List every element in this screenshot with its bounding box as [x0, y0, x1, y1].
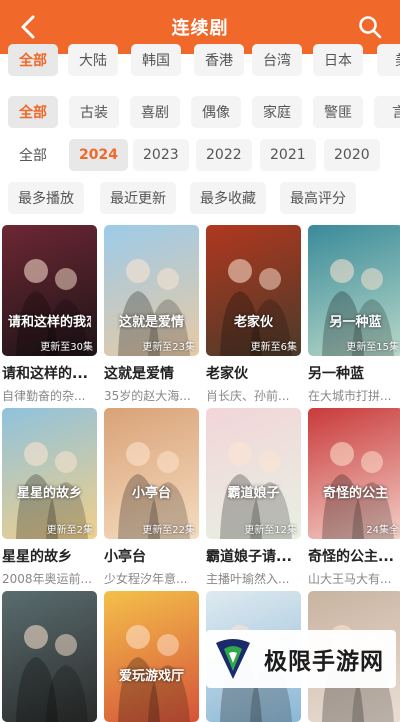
poster-title-art: 老家伙: [233, 315, 273, 330]
poster-artwork: [220, 442, 292, 539]
poster-artwork: [118, 259, 190, 356]
episode-badge: 更新至30集: [40, 342, 93, 353]
drama-poster[interactable]: 星星的故乡更新至2集: [2, 408, 97, 539]
drama-poster[interactable]: 老家伙更新至6集: [206, 225, 301, 356]
sort-top-rated[interactable]: 最高评分: [280, 182, 356, 214]
drama-poster[interactable]: 请和这样的我恋爱吧更新至30集: [2, 225, 97, 356]
drama-title[interactable]: 小亭台: [104, 546, 199, 566]
drama-description: 主播叶瑜然入...: [206, 572, 290, 586]
episode-badge: 更新至22集: [142, 525, 195, 536]
episode-badge: 更新至6集: [250, 342, 297, 353]
filter-year-all[interactable]: 全部: [8, 139, 58, 171]
drama-description: 2008年奥运前...: [2, 572, 92, 586]
filter-year-2020[interactable]: 2020: [324, 139, 380, 171]
drama-description: 自律勤奋的杂...: [2, 389, 86, 403]
drama-poster[interactable]: 霸道娘子更新至12集: [206, 408, 301, 539]
drama-card[interactable]: 小亭台 更新至22集 小亭台 少女程汐年意...: [104, 408, 199, 587]
watermark-text: 极限手游网: [264, 649, 384, 675]
poster-title-art: 另一种蓝: [329, 315, 382, 330]
filter-genre-all[interactable]: 全部: [8, 96, 58, 128]
poster-artwork: [16, 625, 88, 722]
filter-row-region: 全部 大陆 韩国 香港 台湾 日本 美: [0, 44, 400, 76]
filter-genre-romance[interactable]: 言: [374, 96, 400, 128]
filter-region-hongkong[interactable]: 香港: [194, 44, 244, 76]
filter-region-korea[interactable]: 韩国: [131, 44, 181, 76]
drama-description: 肖长庆、孙前...: [206, 389, 290, 403]
drama-poster[interactable]: 奇怪的公主 24集全: [308, 408, 400, 539]
episode-badge: 24集全: [366, 525, 399, 536]
drama-title[interactable]: 霸道娘子请...: [206, 546, 301, 566]
drama-poster[interactable]: 另一种蓝更新至15集: [308, 225, 400, 356]
poster-artwork: [322, 259, 394, 356]
drama-card[interactable]: 奇怪的公主 24集全奇怪的公主... 山大王马大有...: [308, 408, 400, 587]
filter-region-usa[interactable]: 美: [377, 44, 400, 76]
poster-artwork: [16, 259, 88, 356]
poster-title-art: 请和这样的我恋爱吧: [8, 315, 91, 330]
drama-title[interactable]: 这就是爱情: [104, 363, 199, 383]
filter-genre-police[interactable]: 警匪: [313, 96, 363, 128]
drama-description: 35岁的赵大海...: [104, 389, 191, 403]
filter-region-all[interactable]: 全部: [8, 44, 58, 76]
drama-description: 少女程汐年意...: [104, 572, 188, 586]
drama-description: 山大王马大有...: [308, 572, 392, 586]
poster-artwork: [118, 625, 190, 722]
drama-card[interactable]: 老家伙 更新至6集 老家伙 肖长庆、孙前...: [206, 225, 301, 404]
drama-title[interactable]: 另一种蓝: [308, 363, 400, 383]
chevron-left-icon: [21, 15, 35, 39]
drama-card[interactable]: [2, 591, 97, 722]
poster-title-art: 这就是爱情: [118, 315, 184, 330]
sort-most-favorited[interactable]: 最多收藏: [190, 182, 266, 214]
episode-badge: 更新至15集: [346, 342, 399, 353]
filter-genre-costume[interactable]: 古装: [69, 96, 119, 128]
drama-poster[interactable]: 爱玩游戏厅: [104, 591, 199, 722]
poster-artwork: [220, 259, 292, 356]
poster-artwork: [118, 442, 190, 539]
search-button[interactable]: [352, 9, 388, 45]
drama-card[interactable]: 星星的故乡 更新至2集 星星的故乡 2008年奥运前...: [2, 408, 97, 587]
episode-badge: 更新至2集: [46, 525, 93, 536]
drama-description: 在大城市打拼...: [308, 389, 392, 403]
filter-row-genre: 全部 古装 喜剧 偶像 家庭 警匪 言: [0, 96, 400, 128]
logo-mark-icon: [216, 639, 250, 679]
drama-card[interactable]: 另一种蓝 更新至15集 另一种蓝 在大城市打拼...: [308, 225, 400, 404]
drama-title[interactable]: 请和这样的...: [2, 363, 97, 383]
filter-genre-idol[interactable]: 偶像: [191, 96, 241, 128]
sort-most-played[interactable]: 最多播放: [8, 182, 84, 214]
poster-title-art: 星星的故乡: [16, 486, 82, 501]
drama-poster[interactable]: 这就是爱情更新至23集: [104, 225, 199, 356]
episode-badge: 更新至23集: [142, 342, 195, 353]
episode-badge: 更新至12集: [244, 525, 297, 536]
drama-title[interactable]: 老家伙: [206, 363, 301, 383]
drama-card[interactable]: 霸道娘子更新至12集霸道娘子请... 主播叶瑜然入...: [206, 408, 301, 587]
drama-card[interactable]: 请和这样的我恋爱吧更新至30集请和这样的... 自律勤奋的杂...: [2, 225, 97, 404]
filter-genre-family[interactable]: 家庭: [252, 96, 302, 128]
back-button[interactable]: [10, 9, 46, 45]
page-title: 连续剧: [171, 18, 229, 39]
filter-year-2021[interactable]: 2021: [260, 139, 316, 171]
filter-year-2024[interactable]: 2024: [69, 139, 128, 171]
drama-card[interactable]: 爱玩游戏厅: [104, 591, 199, 722]
filter-row-sort: 最多播放 最近更新 最多收藏 最高评分: [0, 182, 400, 214]
search-icon: [359, 16, 382, 39]
filter-year-2022[interactable]: 2022: [196, 139, 252, 171]
drama-title[interactable]: 奇怪的公主...: [308, 546, 400, 566]
site-watermark-logo: 极限手游网: [206, 630, 396, 688]
sort-latest-update[interactable]: 最近更新: [100, 182, 176, 214]
poster-title-art: 爱玩游戏厅: [118, 669, 184, 684]
poster-title-art: 霸道娘子: [227, 486, 280, 501]
poster-artwork: [16, 442, 88, 539]
filter-year-2023[interactable]: 2023: [133, 139, 189, 171]
drama-poster[interactable]: 小亭台更新至22集: [104, 408, 199, 539]
poster-title-art: 小亭台: [131, 486, 171, 501]
filter-genre-comedy[interactable]: 喜剧: [130, 96, 180, 128]
poster-artwork: [322, 442, 394, 539]
filter-region-mainland[interactable]: 大陆: [68, 44, 118, 76]
drama-title[interactable]: 星星的故乡: [2, 546, 97, 566]
poster-title-art: 奇怪的公主: [322, 486, 388, 501]
filter-row-year: 全部 2024 2023 2022 2021 2020: [0, 139, 400, 171]
drama-card[interactable]: 这就是爱情 更新至23集 这就是爱情 35岁的赵大海...: [104, 225, 199, 404]
drama-poster[interactable]: [2, 591, 97, 722]
filter-region-japan[interactable]: 日本: [313, 44, 363, 76]
filter-region-taiwan[interactable]: 台湾: [252, 44, 302, 76]
